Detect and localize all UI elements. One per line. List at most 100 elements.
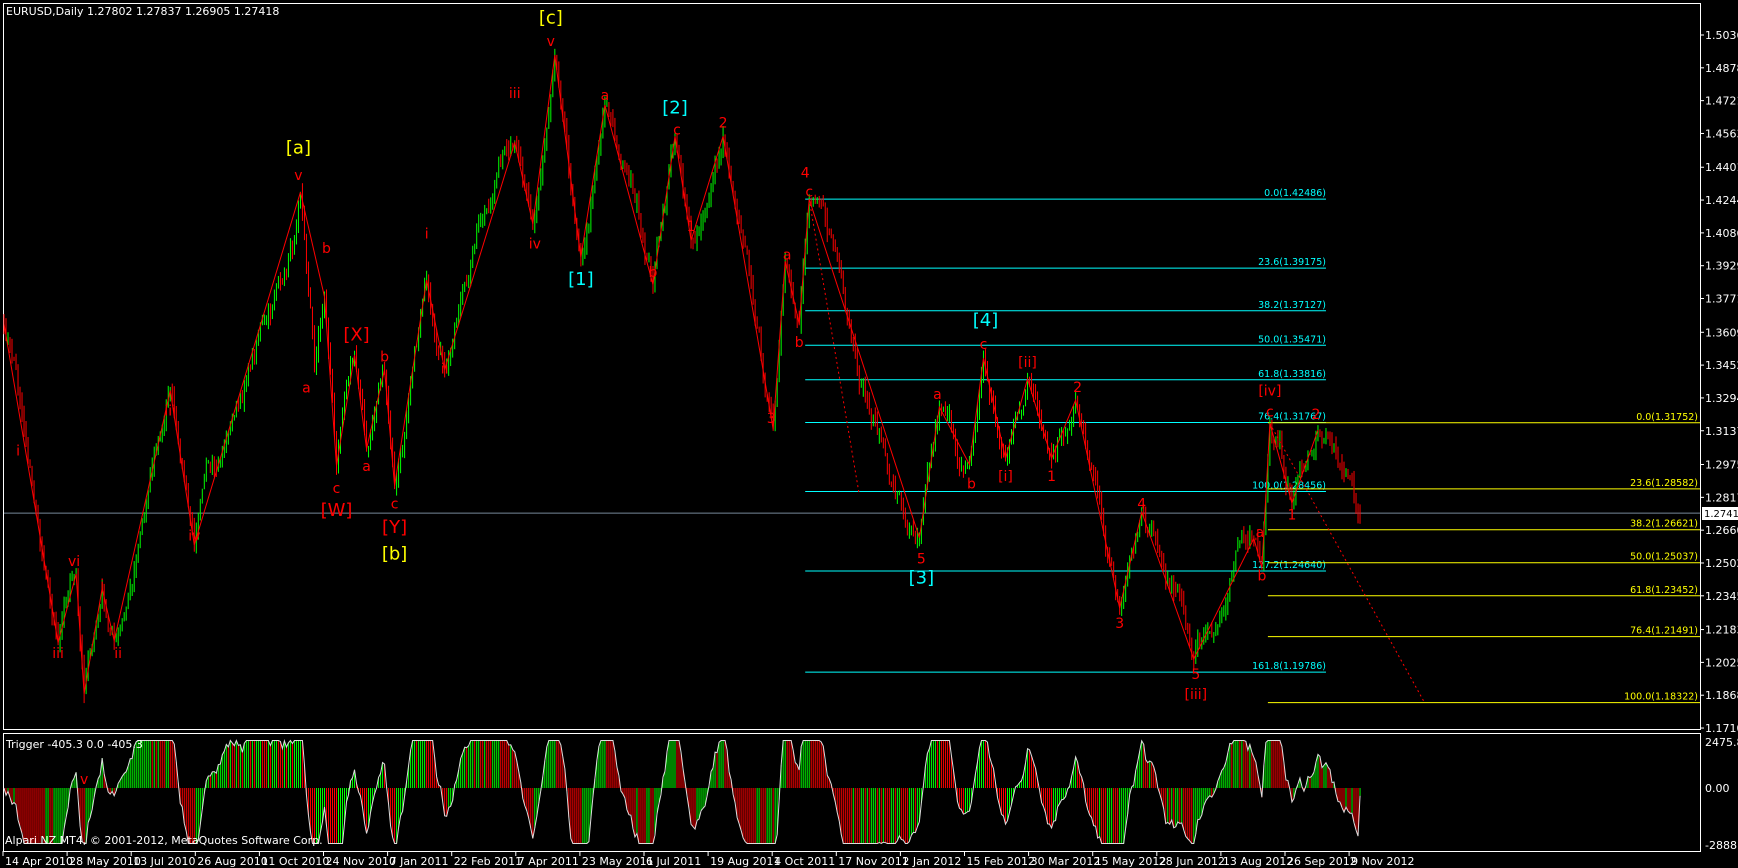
- fib-yellow-label: 50.0(1.25037): [1630, 552, 1698, 563]
- x-tick-label: 14 Apr 2010: [5, 855, 73, 868]
- x-tick-label: 19 Aug 2011: [710, 855, 780, 868]
- x-tick-label: 22 Feb 2011: [454, 855, 522, 868]
- fib-yellow-label: 100.0(1.18322): [1624, 692, 1698, 703]
- wave-label: iv: [188, 529, 200, 545]
- indicator-label: Trigger -405.3 0.0 -405.3: [5, 738, 143, 751]
- wave-label: [4]: [973, 310, 999, 331]
- wave-label: [iii]: [1184, 687, 1207, 703]
- y-tick-label: 1.32945: [1705, 392, 1738, 405]
- wave-label: 2: [1312, 407, 1321, 423]
- x-tick-label: 15 Feb 2012: [967, 855, 1035, 868]
- wave-zigzag-early: [3, 191, 301, 694]
- y-tick-label: 1.25025: [1705, 557, 1738, 570]
- wave-label: 2: [719, 116, 728, 132]
- fibonacci-layer: 0.0(1.42486)23.6(1.39175)38.2(1.37127)50…: [4, 188, 1700, 704]
- wave-label: 4: [801, 166, 810, 182]
- wave-label: c: [333, 481, 341, 497]
- y-tick-label: 1.18680: [1705, 689, 1738, 702]
- wave-label: iii: [164, 404, 176, 420]
- wave-label: i: [100, 577, 104, 593]
- y-tick-label: 1.28175: [1705, 491, 1738, 504]
- wave-label: c: [1266, 405, 1274, 421]
- wave-label: a: [601, 88, 610, 104]
- y-tick-label: 1.26600: [1705, 524, 1738, 537]
- wave-label: iii: [509, 86, 521, 102]
- fib-cyan-label: 0.0(1.42486): [1264, 188, 1326, 199]
- wave-label: 3: [1115, 616, 1124, 632]
- oscillator-histogram: [3, 738, 1361, 845]
- chart-canvas[interactable]: 0.0(1.42486)23.6(1.39175)38.2(1.37127)50…: [0, 0, 1738, 868]
- y-tick-label: 1.37715: [1705, 293, 1738, 306]
- main-panel-border: [3, 3, 1701, 730]
- chart-title: EURUSD,Daily 1.27802 1.27837 1.26905 1.2…: [6, 5, 279, 18]
- y-tick-label: 1.50360: [1705, 29, 1738, 42]
- price-bars: [3, 48, 1361, 704]
- wave-label: [i]: [998, 469, 1013, 485]
- fib-cyan-label: 23.6(1.39175): [1258, 257, 1326, 268]
- wave-label: [iv]: [1258, 384, 1281, 400]
- current-price-label: 1.27418: [1704, 509, 1738, 520]
- fib-yellow-label: 23.6(1.28582): [1630, 478, 1698, 489]
- wave-label: 5: [917, 552, 926, 568]
- copyright-footer: Alpari NZ MT4, © 2001-2012, MetaQuotes S…: [5, 834, 323, 847]
- fib-cyan-label: 100.0(1.28456): [1252, 480, 1326, 491]
- wave-label: 1: [687, 219, 696, 235]
- axes: 1.50360 1.48785 1.47210 1.45635 1.44015 1.424…: [2, 29, 1738, 868]
- y-tick-label: 1.23450: [1705, 590, 1738, 603]
- x-tick-label: 28 Jun 2012: [1159, 855, 1225, 868]
- y-tick-label: 1.36095: [1705, 326, 1738, 339]
- wave-label: vi: [68, 554, 80, 570]
- x-tick-label: 30 Mar 2012: [1031, 855, 1101, 868]
- wave-label: [1]: [568, 269, 594, 290]
- x-tick-label: 9 Nov 2012: [1351, 855, 1414, 868]
- wave-label: b: [1257, 568, 1266, 584]
- oscillator-line: [3, 738, 1361, 845]
- wave-label: a: [1256, 525, 1265, 541]
- wave-label: b: [649, 265, 658, 281]
- wave-label: b: [380, 349, 389, 365]
- wave-label: v: [547, 34, 555, 50]
- fib-cyan-label: 38.2(1.37127): [1258, 300, 1326, 311]
- x-tick-label: 4 Oct 2011: [774, 855, 835, 868]
- y-tick-label: 1.47210: [1705, 95, 1738, 108]
- x-tick-label: 23 May 2011: [582, 855, 654, 868]
- indicator-tick-max: 2475.8: [1705, 736, 1738, 749]
- fib-yellow-label: 0.0(1.31752): [1636, 412, 1698, 423]
- wave-label: 5: [1191, 667, 1200, 683]
- wave-label: iv: [529, 236, 541, 252]
- y-tick-label: 1.17105: [1705, 722, 1738, 735]
- wave-label: i: [425, 226, 429, 242]
- wave-label: 1: [1287, 508, 1296, 524]
- wave-label: b: [322, 241, 331, 257]
- x-tick-label: 6 Jul 2011: [646, 855, 701, 868]
- wave-label: [2]: [662, 97, 688, 118]
- wave-label: [b]: [382, 543, 407, 564]
- wave-label: [X]: [343, 324, 369, 345]
- fib-cyan-label: 50.0(1.35471): [1258, 334, 1326, 345]
- wave-label: iii: [52, 646, 64, 662]
- y-tick-label: 1.48785: [1705, 62, 1738, 75]
- wave-label: c: [980, 337, 988, 353]
- wave-label: c: [673, 122, 681, 138]
- wave-label: b: [795, 335, 804, 351]
- x-tick-label: 17 Nov 2011: [838, 855, 908, 868]
- wave-label: a: [783, 247, 792, 263]
- wave-label: a: [362, 459, 371, 475]
- wave-label: [ii]: [1018, 355, 1037, 371]
- wave-label: v: [80, 772, 88, 788]
- y-tick-label: 1.21830: [1705, 624, 1738, 637]
- y-tick-label: 1.34520: [1705, 359, 1738, 372]
- x-tick-label: 13 Jul 2010: [133, 855, 195, 868]
- y-tick-label: 1.31370: [1705, 425, 1738, 438]
- wave-label: ii: [114, 646, 122, 662]
- wave-label: ii: [441, 361, 449, 377]
- x-tick-label: 7 Apr 2011: [518, 855, 579, 868]
- x-tick-label: 2 Jan 2012: [902, 855, 961, 868]
- x-tick-label: 11 Oct 2010: [261, 855, 329, 868]
- fib-yellow-label: 61.8(1.23452): [1630, 585, 1698, 596]
- x-tick-label: 26 Aug 2010: [197, 855, 267, 868]
- x-tick-label: 24 Nov 2010: [326, 855, 396, 868]
- y-tick-label: 1.45635: [1705, 127, 1738, 140]
- wave-label: 4: [1137, 496, 1146, 512]
- wave-label: [a]: [286, 137, 311, 158]
